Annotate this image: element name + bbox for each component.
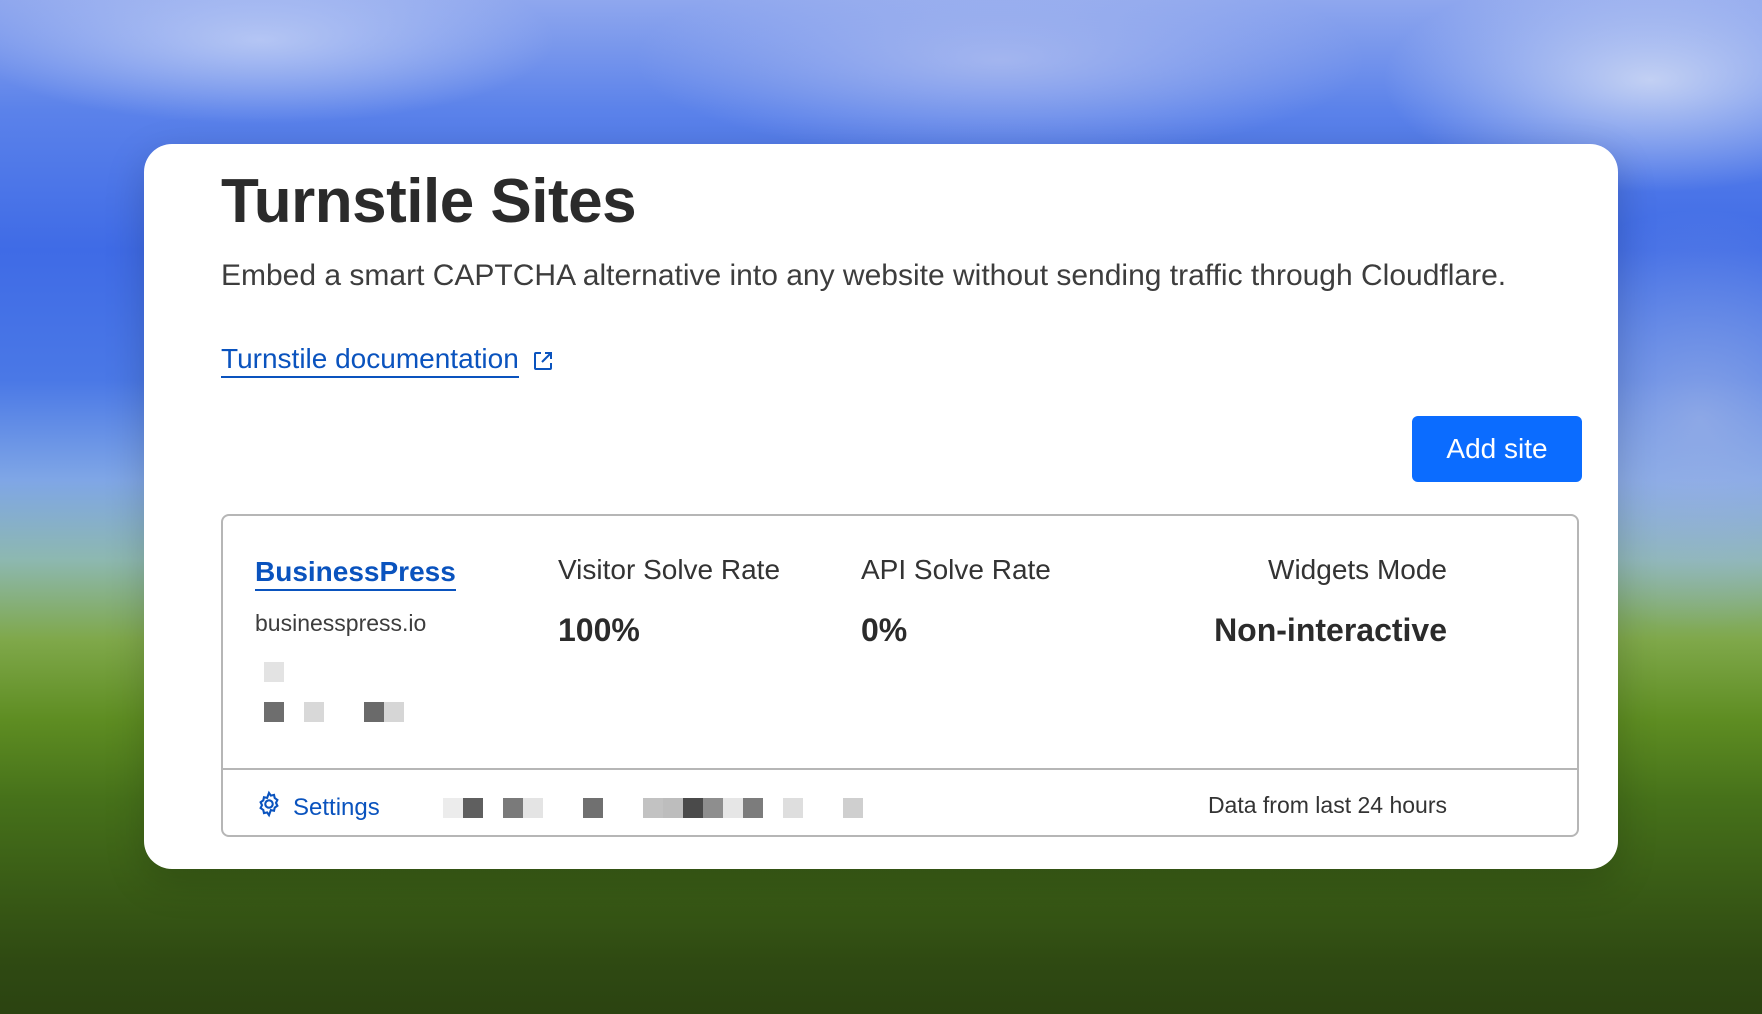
documentation-link-label: Turnstile documentation — [221, 343, 519, 378]
widgets-mode-value: Non-interactive — [1214, 612, 1447, 648]
api-solve-rate-label: API Solve Rate — [861, 554, 1051, 585]
settings-link[interactable]: Settings — [255, 790, 380, 825]
turnstile-card: Turnstile Sites Embed a smart CAPTCHA al… — [144, 144, 1618, 869]
add-site-button[interactable]: Add site — [1412, 416, 1582, 482]
api-solve-rate-value: 0% — [861, 612, 908, 648]
page-title: Turnstile Sites — [221, 167, 637, 236]
site-name-link[interactable]: BusinessPress — [255, 556, 456, 591]
site-domain: businesspress.io — [255, 610, 427, 636]
page-description: Embed a smart CAPTCHA alternative into a… — [221, 259, 1507, 292]
external-link-icon — [531, 349, 555, 373]
turnstile-documentation-link[interactable]: Turnstile documentation — [221, 343, 555, 378]
data-timeframe-note: Data from last 24 hours — [1207, 792, 1447, 818]
visitor-solve-rate-value: 100% — [558, 612, 640, 648]
site-card: BusinessPress businesspress.io Visitor S… — [221, 514, 1579, 837]
site-card-footer: Settings Data from last 24 hours — [223, 768, 1577, 839]
visitor-solve-rate-label: Visitor Solve Rate — [558, 554, 781, 585]
settings-label: Settings — [293, 793, 380, 821]
gear-icon — [255, 790, 293, 825]
widgets-mode-label: Widgets Mode — [1268, 554, 1447, 585]
